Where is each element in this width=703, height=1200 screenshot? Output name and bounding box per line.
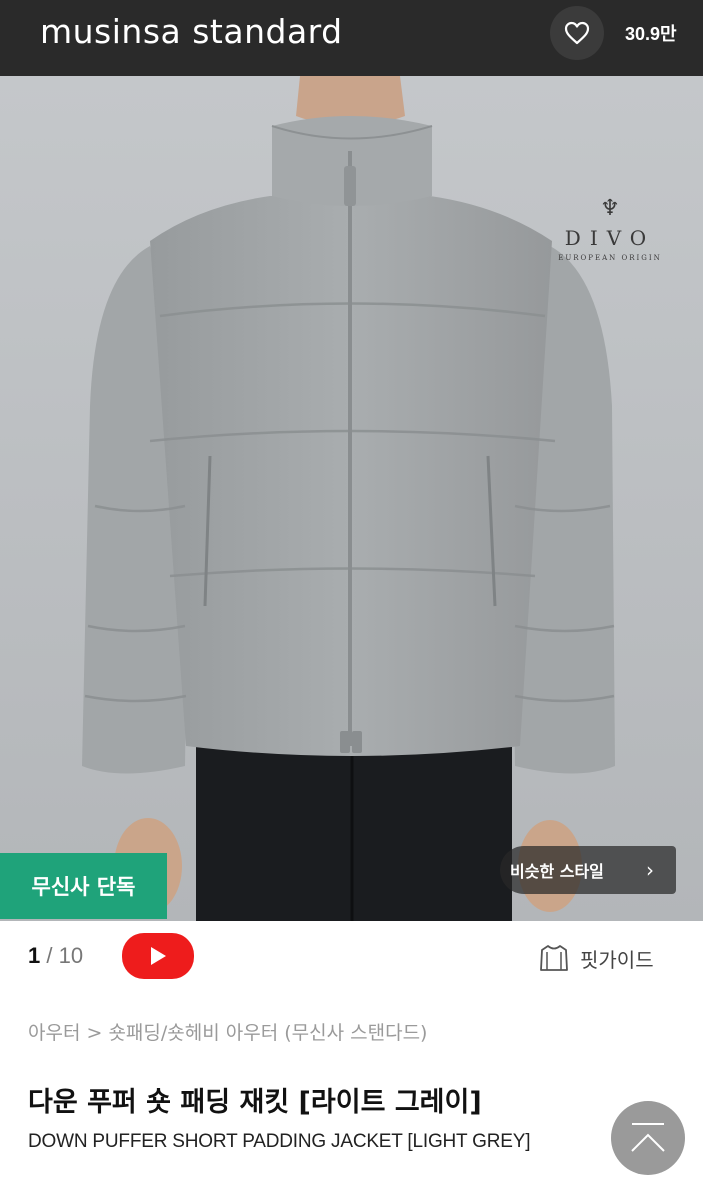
scroll-to-top-button[interactable] <box>611 1101 685 1175</box>
pager-total: 10 <box>58 943 84 968</box>
play-icon <box>151 947 166 965</box>
watermark-tagline: EUROPEAN ORIGIN <box>558 254 662 262</box>
tree-icon: ♆ <box>600 196 620 221</box>
product-image[interactable]: ♆ DIVO EUROPEAN ORIGIN <box>0 76 703 921</box>
shirt-icon <box>540 945 568 971</box>
similar-style-button[interactable]: 비슷한 스타일 › <box>500 846 676 894</box>
product-title: 다운 푸퍼 숏 패딩 재킷 [라이트 그레이] <box>28 1087 482 1118</box>
brand-logo[interactable]: musinsa standard <box>40 12 343 51</box>
brand-watermark: ♆ DIVO EUROPEAN ORIGIN <box>540 196 680 262</box>
pager-separator: / <box>46 943 53 968</box>
breadcrumb[interactable]: 아우터 > 숏패딩/숏헤비 아우터 (무신사 스탠다드) <box>28 1018 427 1045</box>
pager-current: 1 <box>28 943 41 968</box>
video-button[interactable] <box>122 933 194 979</box>
similar-style-label: 비슷한 스타일 <box>510 862 604 881</box>
fit-guide-button[interactable]: 핏가이드 <box>538 940 654 976</box>
product-title-english: DOWN PUFFER SHORT PADDING JACKET [LIGHT … <box>28 1131 531 1152</box>
chevron-right-icon: › <box>646 858 654 882</box>
scroll-to-top-icon <box>631 1123 665 1152</box>
heart-icon <box>564 21 590 45</box>
exclusive-badge: 무신사 단독 <box>0 853 167 919</box>
top-bar: musinsa standard 30.9만 <box>0 0 703 76</box>
image-pager: 1 / 10 <box>28 943 83 969</box>
like-button[interactable] <box>550 6 604 60</box>
like-count: 30.9만 <box>625 24 677 44</box>
fit-guide-label: 핏가이드 <box>580 947 654 972</box>
watermark-name: DIVO <box>564 226 656 250</box>
